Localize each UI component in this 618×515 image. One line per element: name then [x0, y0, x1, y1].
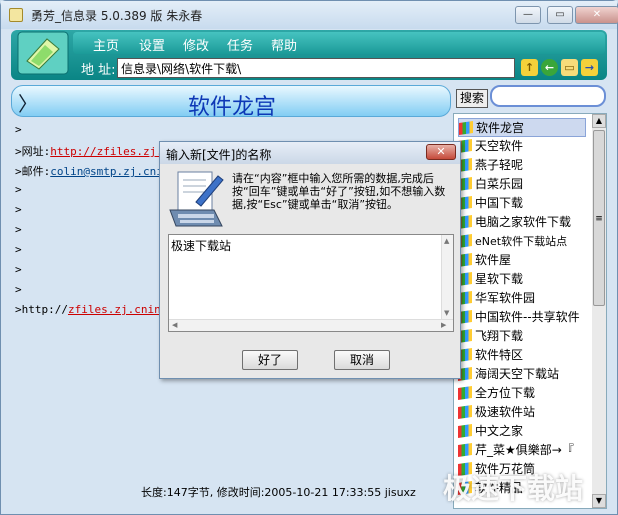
close-button[interactable]: ✕: [575, 6, 618, 24]
content-line: >邮件:colin@smtp.zj.cnin: [15, 165, 170, 178]
list-item[interactable]: 中国软件--共享软件: [458, 308, 586, 327]
list-item[interactable]: 飞翔下载: [458, 327, 586, 346]
menu-help[interactable]: 帮助: [271, 35, 297, 54]
search-button[interactable]: 搜索: [456, 89, 488, 108]
list-item[interactable]: 软件屋: [458, 251, 586, 270]
cancel-button[interactable]: 取消: [334, 350, 390, 370]
title-bar[interactable]: 勇芳_信息录 5.0.389 版 朱永春 — ▭ ✕: [1, 1, 618, 29]
list-item[interactable]: 白菜乐园: [458, 175, 586, 194]
windows-flag-icon: [459, 121, 473, 135]
list-item[interactable]: 中国下载: [458, 194, 586, 213]
list-item[interactable]: eNet软件下载站点: [458, 232, 586, 251]
scroll-up-icon[interactable]: ▲: [592, 114, 606, 128]
content-line: >: [15, 223, 22, 236]
forward-folder-icon[interactable]: →: [581, 59, 598, 76]
windows-flag-icon: [458, 443, 472, 457]
list-item[interactable]: 天空软件: [458, 137, 586, 156]
folder-icon[interactable]: ▭: [561, 59, 578, 76]
address-label: 地 址:: [81, 63, 116, 78]
list-item[interactable]: 星软下载: [458, 270, 586, 289]
list-item[interactable]: 燕子轻呢: [458, 156, 586, 175]
status-text: 长度:147字节, 修改时间:2005-10-21 17:33:55 jisux…: [141, 486, 416, 499]
scroll-down-icon[interactable]: ▼: [592, 494, 606, 508]
website-link[interactable]: http://zfiles.zj.c: [50, 145, 169, 158]
content-line: >: [15, 263, 22, 276]
page-title: 软件龙宫: [187, 95, 276, 120]
list-item[interactable]: 华军软件园: [458, 289, 586, 308]
dialog-horizontal-scrollbar[interactable]: ◀ ▶: [169, 319, 453, 331]
list-item[interactable]: 极速软件站: [458, 403, 586, 422]
dialog-input[interactable]: 极速下载站 ▲ ▼ ◀ ▶: [168, 234, 454, 332]
email-link[interactable]: colin@smtp.zj.cnin: [50, 165, 169, 178]
ok-button[interactable]: 好了: [242, 350, 298, 370]
windows-flag-icon: [458, 405, 472, 419]
rename-dialog: 输入新[文件]的名称 ✕ 请在“内容”框中输入您所需的数据,完成后按“回车”键或…: [159, 141, 461, 379]
main-window: 勇芳_信息录 5.0.389 版 朱永春 — ▭ ✕ 主页 设置 修改 任务 帮…: [0, 0, 618, 515]
list-item[interactable]: 软件龙宫: [458, 118, 586, 137]
list-item[interactable]: 全方位下载: [458, 384, 586, 403]
content-line: >: [15, 243, 22, 256]
search-input[interactable]: [490, 85, 606, 107]
menu-settings[interactable]: 设置: [139, 35, 165, 54]
content-line: >: [15, 283, 22, 296]
menu-home[interactable]: 主页: [93, 35, 119, 54]
content-line: >: [15, 203, 22, 216]
watermark: 极速下载站: [443, 472, 584, 505]
back-arrow-icon[interactable]: ←: [541, 59, 558, 76]
keyboard-pen-icon: [169, 171, 224, 227]
menu-bar: 主页 设置 修改 任务 帮助: [73, 32, 605, 54]
up-folder-icon[interactable]: ↑: [521, 59, 538, 76]
list-scrollbar[interactable]: ▲ ≡ ▼: [592, 114, 606, 508]
menu-tasks[interactable]: 任务: [227, 35, 253, 54]
window-title: 勇芳_信息录 5.0.389 版 朱永春: [31, 9, 203, 23]
content-line: >http://zfiles.zj.cninfo: [15, 303, 174, 316]
address-input[interactable]: [117, 58, 515, 78]
app-logo-icon: [17, 31, 69, 75]
site-list: 软件龙宫 天空软件 燕子轻呢 白菜乐园 中国下载 电脑之家软件下载 eNet软件…: [453, 113, 607, 509]
maximize-button[interactable]: ▭: [547, 6, 573, 24]
dialog-message: 请在“内容”框中输入您所需的数据,完成后按“回车”键或单击“好了”按钮,如不想输…: [232, 172, 446, 211]
list-item[interactable]: 中文之家: [458, 422, 586, 441]
dialog-vertical-scrollbar[interactable]: ▲ ▼: [441, 235, 453, 321]
content-line: >网址:http://zfiles.zj.c: [15, 145, 170, 158]
windows-flag-icon: [458, 424, 472, 438]
content-line: >: [15, 123, 22, 136]
windows-flag-icon: [458, 386, 472, 400]
dialog-title-bar[interactable]: 输入新[文件]的名称 ✕: [160, 142, 460, 164]
dialog-input-value: 极速下载站: [171, 239, 232, 253]
menu-edit[interactable]: 修改: [183, 35, 209, 54]
dialog-title: 输入新[文件]的名称: [166, 148, 272, 162]
list-item[interactable]: 电脑之家软件下载: [458, 213, 586, 232]
list-item[interactable]: 软件特区: [458, 346, 586, 365]
category-header: 〉 软件龙宫: [11, 85, 451, 120]
dialog-close-button[interactable]: ✕: [426, 144, 456, 160]
list-item[interactable]: 海阔天空下载站: [458, 365, 586, 384]
list-item[interactable]: 芹_菜★俱樂部→『: [458, 441, 586, 460]
scroll-thumb[interactable]: ≡: [593, 130, 605, 306]
minimize-button[interactable]: —: [515, 6, 541, 24]
app-notepad-icon: [9, 8, 23, 22]
content-line: >: [15, 183, 22, 196]
